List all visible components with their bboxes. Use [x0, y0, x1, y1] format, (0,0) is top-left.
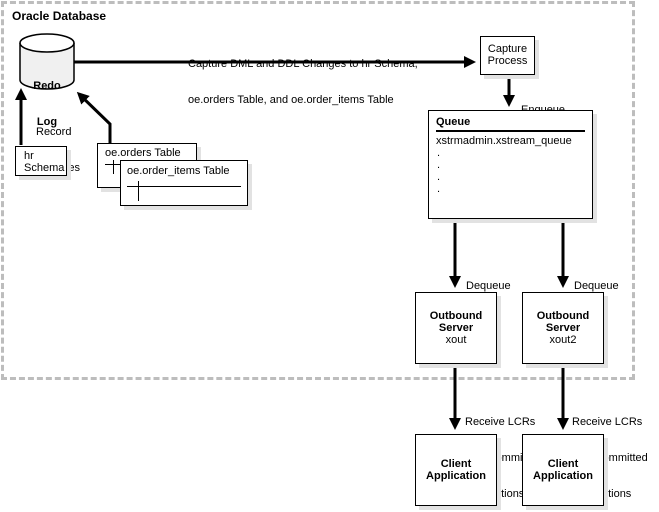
- order-items-table-vline: [138, 181, 139, 201]
- receive-label-line1: Receive LCRs: [572, 416, 643, 428]
- order-items-table-hline: [127, 186, 241, 187]
- order-items-table-label: oe.order_items Table: [127, 165, 230, 177]
- outbound-server-xout[interactable]: Outbound Server xout: [415, 292, 497, 364]
- queue-dot: .: [437, 159, 441, 171]
- outbound-server-line2: Server: [438, 322, 474, 334]
- hr-schema-box[interactable]: hr Schema: [15, 146, 67, 176]
- outbound-server-name: xout2: [549, 334, 577, 346]
- hr-schema-line1: hr: [24, 150, 34, 162]
- queue-name: xstrmadmin.xstream_queue: [436, 135, 572, 147]
- queue-header-divider: [436, 130, 585, 132]
- dequeue-label-line1: Dequeue: [466, 280, 511, 292]
- queue-dot: .: [437, 171, 441, 183]
- client-app-line1: Client: [440, 458, 472, 470]
- hr-schema-line2: Schema: [24, 162, 65, 174]
- orders-table-label: oe.orders Table: [105, 147, 181, 159]
- capture-label: Capture DML and DDL Changes to hr Schema…: [188, 34, 418, 118]
- redo-log-line1: Redo: [33, 80, 61, 92]
- capture-process-line1: Capture: [487, 43, 528, 55]
- queue-box[interactable]: Queue xstrmadmin.xstream_queue . . . .: [428, 110, 593, 219]
- receive-label-line1: Receive LCRs: [465, 416, 536, 428]
- client-app-line2: Application: [533, 470, 593, 482]
- record-label-line1: Record: [36, 126, 72, 138]
- queue-dot: .: [437, 147, 441, 159]
- capture-label-line2: oe.orders Table, and oe.order_items Tabl…: [188, 94, 394, 106]
- queue-dot: .: [437, 183, 441, 195]
- client-application-1[interactable]: Client Application: [415, 434, 497, 506]
- outbound-server-line2: Server: [545, 322, 581, 334]
- capture-process-box[interactable]: Capture Process: [480, 36, 535, 75]
- order-items-table-box[interactable]: oe.order_items Table: [120, 160, 248, 206]
- capture-label-line1: Capture DML and DDL Changes to hr Schema…: [188, 58, 418, 70]
- dequeue-label-line1: Dequeue: [574, 280, 619, 292]
- client-app-line1: Client: [547, 458, 579, 470]
- outbound-server-line1: Outbound: [429, 310, 483, 322]
- orders-table-vline: [113, 160, 114, 174]
- client-application-2[interactable]: Client Application: [522, 434, 604, 506]
- outbound-server-line1: Outbound: [536, 310, 590, 322]
- client-app-line2: Application: [426, 470, 486, 482]
- queue-header: Queue: [436, 116, 471, 128]
- outbound-server-xout2[interactable]: Outbound Server xout2: [522, 292, 604, 364]
- capture-process-line2: Process: [487, 55, 528, 67]
- outbound-server-name: xout: [445, 334, 467, 346]
